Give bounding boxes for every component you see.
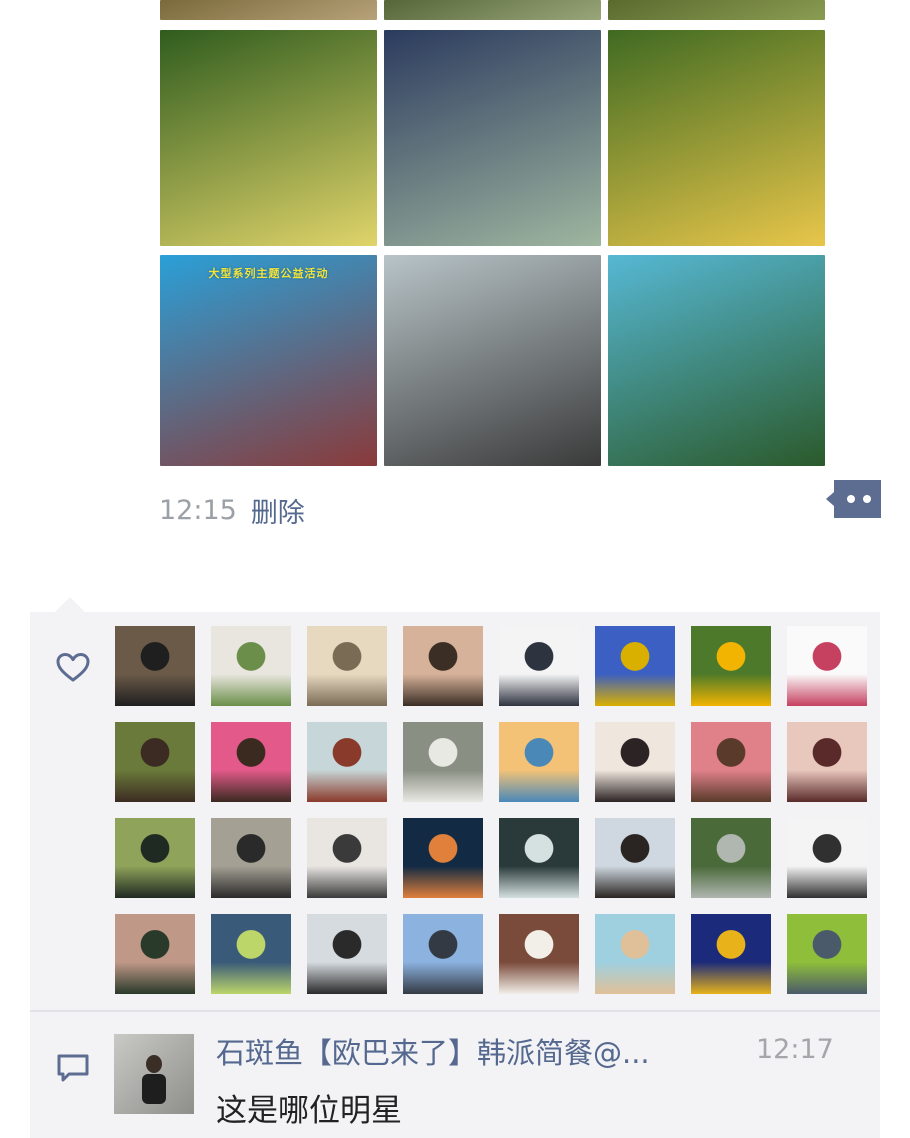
like-avatar[interactable] [307, 818, 387, 898]
commenter-name[interactable]: 石斑鱼【欧巴来了】韩派简餐@... [216, 1030, 706, 1072]
like-avatar[interactable] [403, 626, 483, 706]
like-avatar[interactable] [211, 914, 291, 994]
photo-caption: 大型系列主题公益活动 [208, 267, 329, 280]
post-time: 12:15 [159, 494, 237, 526]
like-avatar[interactable] [211, 722, 291, 802]
like-avatar[interactable] [787, 818, 867, 898]
comment-time: 12:17 [756, 1034, 834, 1065]
like-avatar[interactable] [595, 626, 675, 706]
like-avatar[interactable] [691, 626, 771, 706]
more-dots-icon [826, 480, 881, 518]
like-avatar[interactable] [499, 722, 579, 802]
like-avatar[interactable] [115, 626, 195, 706]
like-avatar[interactable] [595, 722, 675, 802]
like-avatar[interactable] [595, 818, 675, 898]
photo-event-stage[interactable]: 大型系列主题公益活动 [160, 255, 377, 466]
heart-icon [56, 653, 90, 682]
like-avatar[interactable] [115, 722, 195, 802]
like-avatar[interactable] [211, 818, 291, 898]
like-avatar[interactable] [691, 914, 771, 994]
like-avatar[interactable] [307, 626, 387, 706]
like-avatar[interactable] [403, 914, 483, 994]
like-avatar[interactable] [115, 818, 195, 898]
like-avatar[interactable] [307, 722, 387, 802]
like-avatar[interactable] [787, 626, 867, 706]
like-avatar[interactable] [499, 626, 579, 706]
delete-link[interactable]: 删除 [251, 491, 305, 530]
photo-grid: 大型系列主题公益活动 [160, 0, 825, 466]
photo-top-2[interactable] [384, 0, 601, 20]
photo-top-1[interactable] [160, 0, 377, 20]
comment-icon [57, 1054, 89, 1082]
panel-divider [30, 1010, 880, 1012]
comment-text: 这是哪位明星 [216, 1093, 402, 1129]
more-button[interactable] [826, 480, 881, 518]
panel-caret [54, 597, 86, 613]
like-avatar[interactable] [691, 722, 771, 802]
commenter-avatar-image [114, 1034, 194, 1114]
like-avatar[interactable] [307, 914, 387, 994]
like-avatar[interactable] [595, 914, 675, 994]
like-avatar[interactable] [691, 818, 771, 898]
photo-orchard-girl-fruit[interactable] [160, 30, 377, 246]
commenter-avatar[interactable] [114, 1034, 194, 1114]
photo-crowd[interactable] [384, 255, 601, 466]
photo-girl-blue-jacket[interactable] [384, 30, 601, 246]
likes-avatar-grid [115, 626, 869, 996]
like-avatar[interactable] [403, 722, 483, 802]
post-meta: 12:15 删除 [159, 490, 305, 530]
like-avatar[interactable] [115, 914, 195, 994]
like-avatar[interactable] [499, 818, 579, 898]
like-avatar[interactable] [403, 818, 483, 898]
like-avatar[interactable] [787, 722, 867, 802]
like-avatar[interactable] [499, 914, 579, 994]
like-avatar[interactable] [787, 914, 867, 994]
photo-girl-picking-orange[interactable] [608, 30, 825, 246]
photo-top-3[interactable] [608, 0, 825, 20]
like-avatar[interactable] [211, 626, 291, 706]
photo-signboard[interactable] [608, 255, 825, 466]
